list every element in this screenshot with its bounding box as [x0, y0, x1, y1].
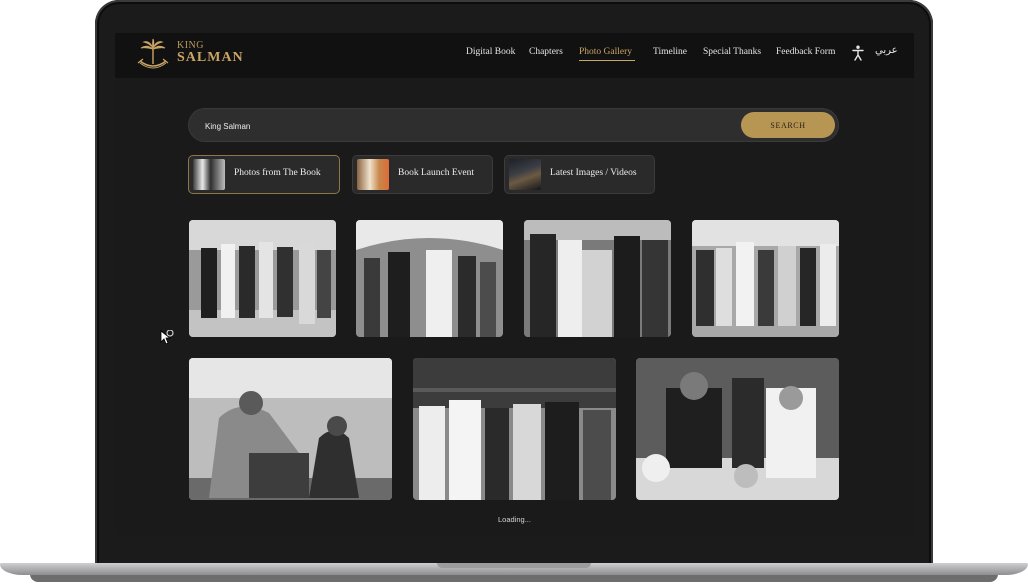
tab-label: Latest Images / Videos [550, 168, 637, 178]
tab-thumbnail [193, 159, 225, 190]
gallery-photo[interactable] [356, 220, 503, 337]
tab-thumbnail [357, 159, 389, 190]
laptop-base-shadow [30, 574, 998, 582]
nav-photo-gallery[interactable]: Photo Gallery [579, 47, 632, 57]
search-bar: SEARCH [189, 109, 838, 141]
nav-active-underline [579, 60, 635, 61]
mouse-cursor-icon [160, 330, 174, 345]
gallery-photo[interactable] [189, 358, 392, 500]
tab-latest-images-videos[interactable]: Latest Images / Videos [505, 156, 654, 193]
nav-feedback-form[interactable]: Feedback Form [776, 47, 835, 57]
brand-line-2[interactable]: SALMAN [177, 50, 244, 66]
tab-book-launch-event[interactable]: Book Launch Event [353, 156, 492, 193]
gallery-photo[interactable] [692, 220, 839, 337]
loading-status: Loading... [498, 515, 531, 524]
site-header: KING SALMAN Digital Book Chapters Photo … [115, 33, 914, 78]
search-button[interactable]: SEARCH [741, 112, 835, 138]
nav-timeline[interactable]: Timeline [653, 47, 687, 57]
browser-screen: KING SALMAN Digital Book Chapters Photo … [115, 33, 914, 535]
gallery-photo[interactable] [413, 358, 616, 500]
gallery-photo[interactable] [636, 358, 839, 500]
nav-digital-book[interactable]: Digital Book [466, 47, 515, 57]
gallery-photo[interactable] [189, 220, 336, 337]
language-switch[interactable]: عربي [875, 45, 898, 56]
tab-photos-from-the-book[interactable]: Photos from The Book [189, 156, 339, 193]
tab-label: Photos from The Book [234, 168, 321, 178]
search-input[interactable] [203, 115, 727, 137]
gallery-photo[interactable] [524, 220, 671, 337]
palm-and-swords-emblem-icon[interactable] [135, 37, 171, 73]
accessibility-icon[interactable] [852, 45, 864, 61]
laptop-notch [437, 563, 591, 568]
nav-special-thanks[interactable]: Special Thanks [703, 47, 761, 57]
nav-chapters[interactable]: Chapters [529, 47, 563, 57]
tab-label: Book Launch Event [398, 168, 474, 178]
tab-thumbnail [509, 159, 541, 190]
